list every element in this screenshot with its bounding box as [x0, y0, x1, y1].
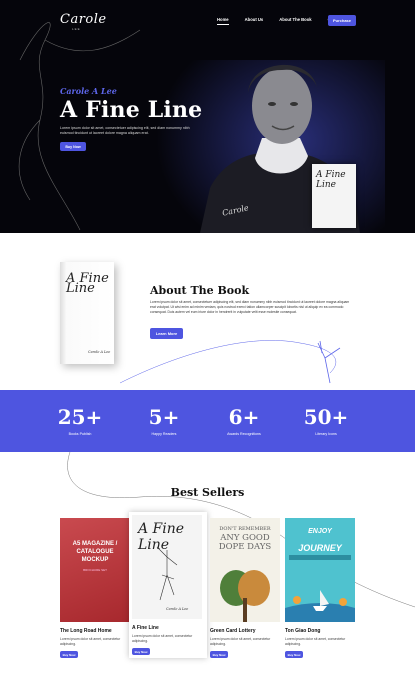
book-title[interactable]: Green Card Lottery — [210, 628, 280, 634]
book-description: Lorem ipsum dolor sit amet, consectetur … — [285, 637, 346, 646]
book-description: Lorem ipsum dolor sit amet, consectetur … — [132, 634, 193, 643]
purchase-button[interactable]: Purchase — [328, 15, 356, 26]
stat-number: 25+ — [57, 405, 103, 429]
buy-now-button[interactable]: Buy Now — [210, 651, 228, 659]
hero-title: A Fine Line — [60, 97, 203, 123]
learn-more-button[interactable]: Learn More — [150, 328, 183, 339]
best-sellers-title: Best Sellers — [170, 486, 245, 499]
book-cover[interactable]: A5 MAGAZINE / CATALOGUE MOCKUP BROCHURE … — [60, 518, 130, 622]
book-card[interactable]: ENJOY JOURNEY Ton Giao Dong Lorem ipsum … — [285, 518, 355, 659]
hero-buy-button[interactable]: Buy Now — [60, 142, 86, 151]
stat-number: 6+ — [228, 405, 260, 429]
book-description: Lorem ipsum dolor sit amet, consectetur … — [210, 637, 271, 646]
book-description: Lorem ipsum dolor sit amet, consectetur … — [60, 637, 121, 646]
book-title[interactable]: Ton Giao Dong — [285, 628, 355, 634]
book-card[interactable]: A5 MAGAZINE / CATALOGUE MOCKUP BROCHURE … — [60, 518, 130, 659]
cover-author: Carole A Lee — [166, 607, 189, 611]
buy-now-button[interactable]: Buy Now — [285, 651, 303, 659]
book-cover[interactable]: ENJOY JOURNEY — [285, 518, 355, 622]
hero-section: Carole LEE Home About Us About The Book … — [0, 0, 415, 233]
boat-illustration — [285, 590, 355, 622]
about-title: About The Book — [150, 284, 250, 297]
cover-title: DON'T REMEMBER — [219, 526, 271, 532]
stat-number: 5+ — [148, 405, 180, 429]
cover-ribbon — [289, 555, 351, 560]
cover-subtitle: BROCHURE SET — [83, 568, 107, 572]
stat-number: 50+ — [303, 405, 349, 429]
hero-book-cover: A Fine Line — [312, 164, 356, 228]
book-card[interactable]: DON'T REMEMBER ANY GOOD DOPE DAYS Green … — [210, 518, 280, 659]
stat-books: 25+ Books Publish — [50, 406, 110, 436]
logo-sub: LEE — [72, 27, 81, 31]
tree-illustration — [220, 570, 270, 622]
nav-home[interactable]: Home — [217, 17, 229, 25]
stats-section: 25+ Books Publish 5+ Happy Readers 6+ Aw… — [0, 390, 415, 452]
about-book-title: A Fine Line — [66, 271, 109, 296]
stat-icons: 50+ Literary Icons — [296, 406, 356, 436]
nav-about-us[interactable]: About Us — [245, 17, 264, 25]
stat-awards: 6+ Awards Recognitions — [214, 406, 274, 436]
book-title[interactable]: The Long Road Home — [60, 628, 130, 634]
cover-subtitle: ANY GOOD DOPE DAYS — [218, 533, 272, 552]
stat-readers: 5+ Happy Readers — [134, 406, 194, 436]
about-book-cover: A Fine Line Carole A Lee — [60, 262, 114, 364]
dancer-illustration — [156, 546, 178, 601]
stat-label: Awards Recognitions — [227, 432, 261, 436]
stat-label: Books Publish — [68, 432, 92, 436]
book-cover[interactable]: DON'T REMEMBER ANY GOOD DOPE DAYS — [210, 518, 280, 622]
logo[interactable]: Carole — [60, 12, 107, 27]
book-cover[interactable]: A Fine Line Carole A Lee — [132, 515, 202, 619]
cover-subtitle: JOURNEY — [298, 543, 342, 553]
nav-about-the-book[interactable]: About The Book — [279, 17, 311, 25]
buy-now-button[interactable]: Buy Now — [132, 648, 150, 656]
about-book-author: Carole A Lee — [88, 350, 111, 354]
buy-now-button[interactable]: Buy Now — [60, 651, 78, 659]
hero-author: Carole A Lee — [60, 86, 117, 96]
stat-label: Literary Icons — [315, 432, 337, 436]
cover-title: ENJOY — [308, 528, 332, 535]
hero-description: Lorem ipsum dolor sit amet, consectetuer… — [60, 126, 190, 135]
cover-title: A5 MAGAZINE / CATALOGUE MOCKUP — [72, 541, 118, 563]
about-text: Lorem ipsum dolor sit amet, consectetuer… — [150, 300, 350, 314]
book-title[interactable]: A Fine Line — [132, 625, 204, 631]
hero-book-title: A Fine Line — [316, 170, 346, 190]
book-card-featured[interactable]: A Fine Line Carole A Lee A Fine Line Lor… — [129, 512, 207, 659]
stat-label: Happy Readers — [151, 432, 177, 436]
